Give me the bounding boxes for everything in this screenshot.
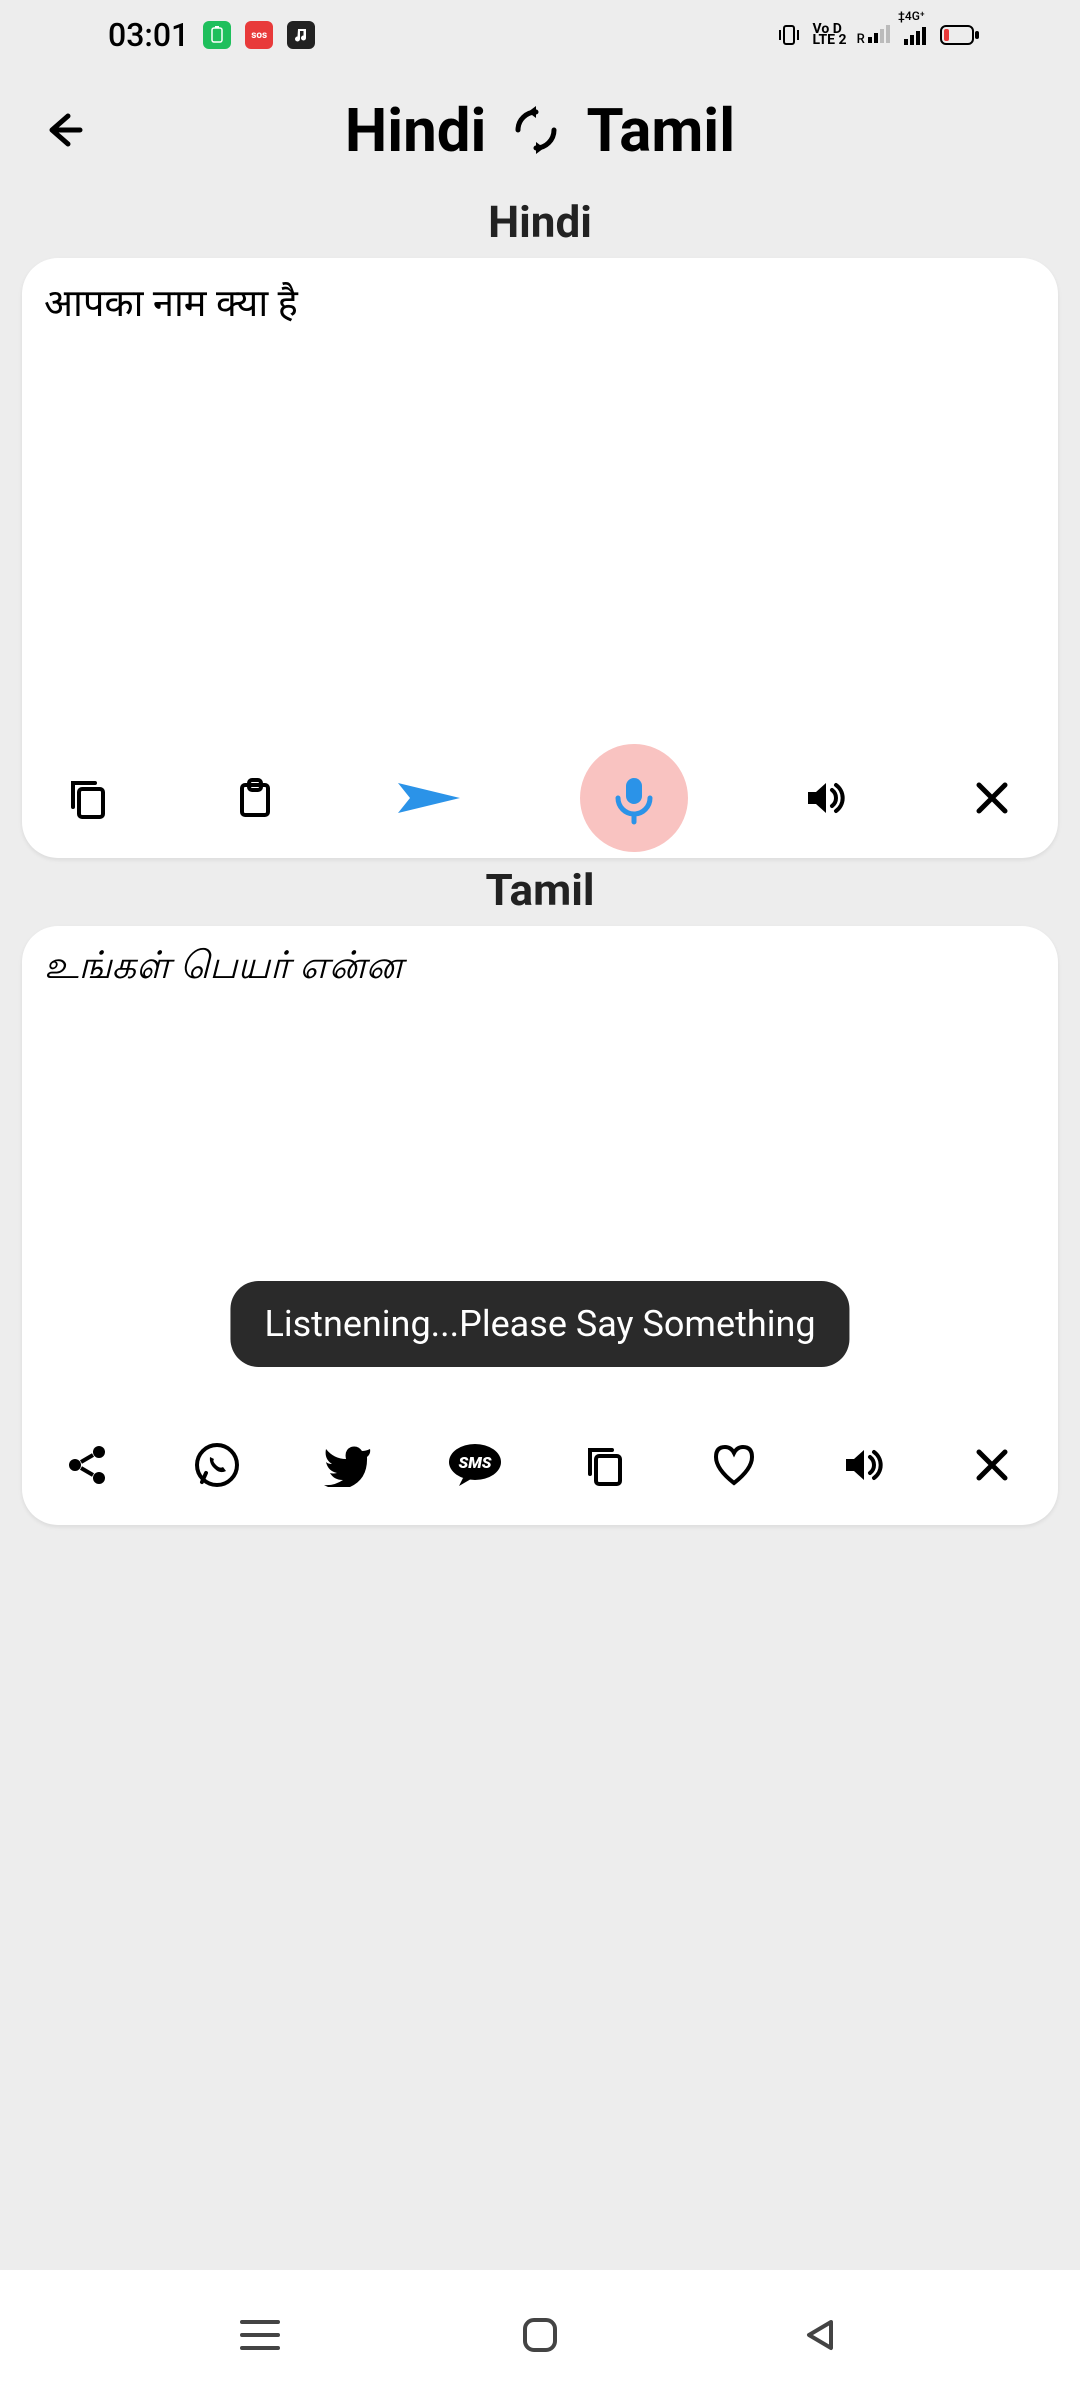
- input-section-label: Hindi: [0, 196, 1080, 248]
- input-card: आपका नाम क्या है: [22, 258, 1058, 858]
- output-card: உங்கள் பெயர் என்ன Listnening...Please Sa…: [22, 926, 1058, 1525]
- lang-to-label[interactable]: Tamil: [586, 95, 735, 166]
- volte-icon: Vo DLTE 2: [812, 24, 846, 46]
- back-button[interactable]: [34, 100, 94, 160]
- clear-output-button[interactable]: [962, 1435, 1022, 1495]
- signal-2-icon: ‡4G⁺: [904, 25, 930, 45]
- clear-button[interactable]: [962, 768, 1022, 828]
- paste-button[interactable]: [225, 768, 285, 828]
- lang-from-label[interactable]: Hindi: [345, 95, 487, 166]
- mic-button[interactable]: [580, 744, 688, 852]
- status-bar: 03:01 sos Vo DLTE 2 R ‡4G⁺: [0, 0, 1080, 70]
- whatsapp-button[interactable]: [187, 1435, 247, 1495]
- sos-app-icon: sos: [245, 21, 273, 49]
- status-left: 03:01 sos: [108, 16, 315, 54]
- input-toolbar: [22, 738, 1058, 858]
- language-title: Hindi Tamil: [94, 95, 986, 166]
- music-app-icon: [287, 21, 315, 49]
- swap-languages-button[interactable]: [510, 104, 562, 156]
- battery-icon: [940, 25, 980, 45]
- favorite-button[interactable]: [704, 1435, 764, 1495]
- listening-toast: Listnening...Please Say Something: [230, 1281, 849, 1367]
- battery-app-icon: [203, 21, 231, 49]
- status-right: Vo DLTE 2 R ‡4G⁺: [776, 22, 980, 48]
- share-button[interactable]: [58, 1435, 118, 1495]
- status-time: 03:01: [108, 16, 189, 54]
- signal-1-icon: R: [857, 23, 894, 47]
- vibrate-icon: [776, 22, 802, 48]
- svg-text:SMS: SMS: [459, 1453, 492, 1472]
- translate-button[interactable]: [392, 768, 472, 828]
- app-header: Hindi Tamil: [0, 70, 1080, 190]
- nav-back-button[interactable]: [792, 2307, 848, 2363]
- twitter-button[interactable]: [316, 1435, 376, 1495]
- system-nav-bar: [0, 2270, 1080, 2400]
- copy-button[interactable]: [58, 768, 118, 828]
- copy-output-button[interactable]: [575, 1435, 635, 1495]
- output-toolbar: SMS: [22, 1405, 1058, 1525]
- input-text[interactable]: आपका नाम क्या है: [22, 258, 1058, 738]
- sms-button[interactable]: SMS: [445, 1435, 505, 1495]
- speaker-button[interactable]: [795, 768, 855, 828]
- output-section-label: Tamil: [0, 864, 1080, 916]
- recent-apps-button[interactable]: [232, 2307, 288, 2363]
- speaker-output-button[interactable]: [833, 1435, 893, 1495]
- home-button[interactable]: [512, 2307, 568, 2363]
